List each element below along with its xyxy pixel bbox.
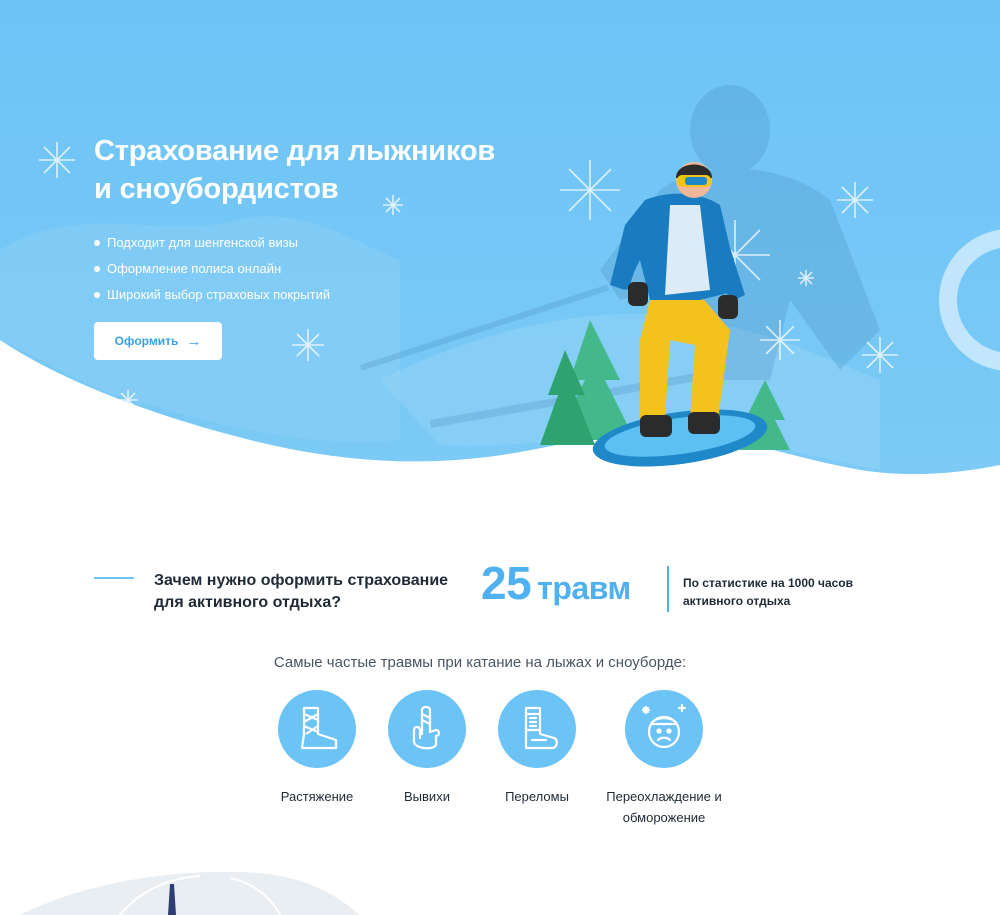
- injury-circle: [498, 690, 576, 768]
- feature-text: Оформление полиса онлайн: [107, 261, 282, 276]
- bandaged-finger-icon: [412, 705, 441, 750]
- feature-item: Оформление полиса онлайн: [94, 256, 330, 282]
- injury-label: Переломы: [505, 789, 569, 804]
- feature-item: Подходит для шенгенской визы: [94, 230, 330, 256]
- apply-button[interactable]: Оформить →: [94, 322, 222, 360]
- injury-label: Переохлаждение и обморожение: [606, 789, 722, 825]
- injuries-title: Самые частые травмы при катание на лыжах…: [273, 654, 687, 671]
- injury-item-frostbite: Переохлаждение и обморожение: [594, 690, 734, 828]
- hero-title: Страхование для лыжников и сноубордистов: [94, 135, 495, 205]
- injury-circle: [625, 690, 703, 768]
- injury-circle: [388, 690, 466, 768]
- leg-cast-icon: [524, 706, 558, 750]
- bullet-icon: [94, 292, 100, 298]
- feature-text: Широкий выбор страховых покрытий: [107, 287, 331, 302]
- bullet-icon: [94, 240, 100, 246]
- bandaged-foot-icon: [300, 706, 338, 750]
- arrow-right-icon: →: [186, 332, 202, 350]
- bullet-icon: [94, 266, 100, 272]
- why-title: Зачем нужно оформить страхование для акт…: [154, 572, 449, 611]
- injury-circle: [278, 690, 356, 768]
- features-list: Подходит для шенгенской визы Оформление …: [94, 230, 330, 308]
- feature-item: Широкий выбор страховых покрытий: [94, 282, 330, 308]
- next-section-decoration: [20, 871, 360, 915]
- stat-unit: травм: [537, 570, 631, 606]
- stat-divider: [667, 566, 669, 612]
- section-accent-line: [94, 577, 134, 579]
- stat-note: По статистике на 1000 часов активного от…: [683, 576, 854, 608]
- injury-item-fracture: Переломы: [467, 690, 607, 807]
- hero-section: Страхование для лыжников и сноубордистов…: [0, 0, 1000, 480]
- injury-stat: 25 травм: [481, 557, 631, 614]
- frozen-face-icon: [641, 704, 687, 749]
- feature-text: Подходит для шенгенской визы: [107, 235, 299, 250]
- apply-button-label: Оформить: [114, 334, 179, 348]
- stat-value: 25: [481, 557, 532, 609]
